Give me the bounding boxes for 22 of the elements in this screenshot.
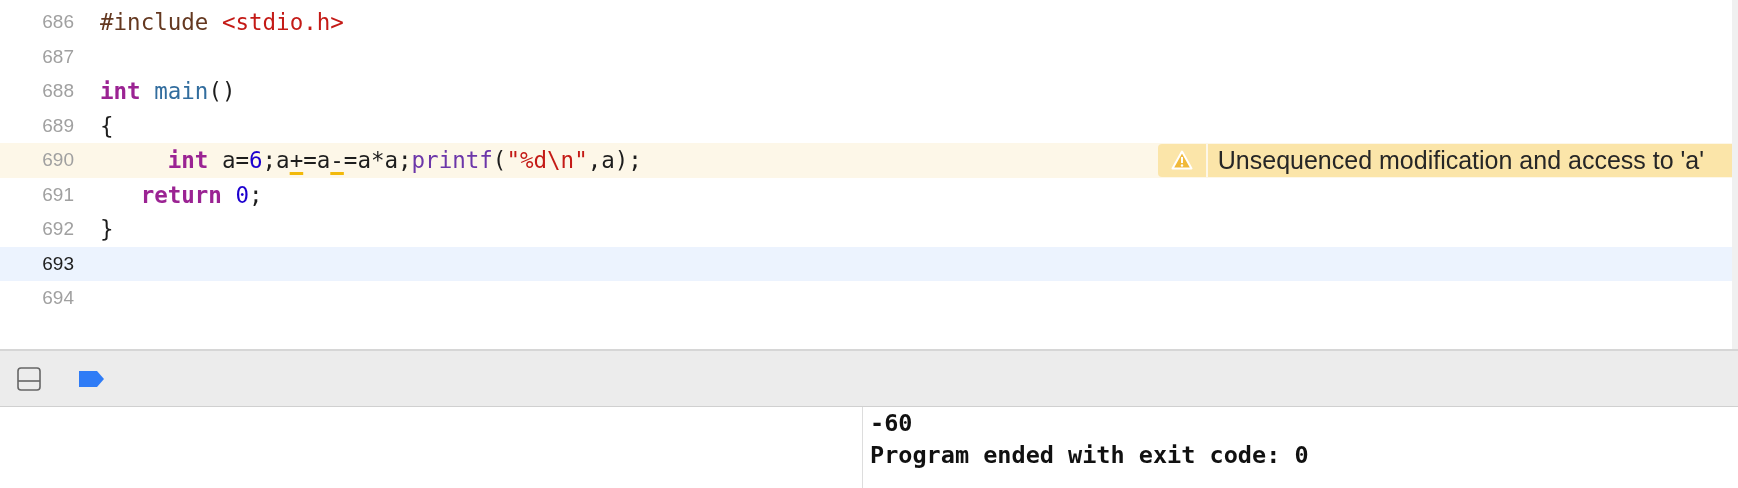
code-text: int a=6;a+=a-=a*a;printf("%d\n",a); xyxy=(166,147,642,174)
panel-toggle-icon[interactable] xyxy=(17,366,41,391)
line-number: 686 xyxy=(41,11,74,34)
code-text: #include <stdio.h> xyxy=(100,9,344,36)
breakpoint-icon[interactable] xyxy=(77,369,105,388)
code-text: int main() xyxy=(100,78,236,105)
code-text: } xyxy=(100,216,114,243)
code-text: return 0; xyxy=(139,181,263,208)
line-number: 693 xyxy=(41,252,74,275)
warning-message: Unsequenced modification and access to 'a' xyxy=(1207,143,1732,177)
line-number: 694 xyxy=(41,287,74,310)
code-text: { xyxy=(100,112,114,139)
warning-badge[interactable] xyxy=(1157,143,1206,177)
console-output-line: Program ended with exit code: 0 xyxy=(870,440,1309,471)
line-number: 692 xyxy=(41,218,74,241)
line-number: 687 xyxy=(41,45,74,68)
warning-icon xyxy=(1170,150,1193,171)
line-number: 691 xyxy=(41,183,74,206)
line-number: 690 xyxy=(41,149,74,172)
line-number: 689 xyxy=(41,114,74,137)
line-number: 688 xyxy=(41,80,74,103)
console-output-line: -60 xyxy=(870,408,914,439)
